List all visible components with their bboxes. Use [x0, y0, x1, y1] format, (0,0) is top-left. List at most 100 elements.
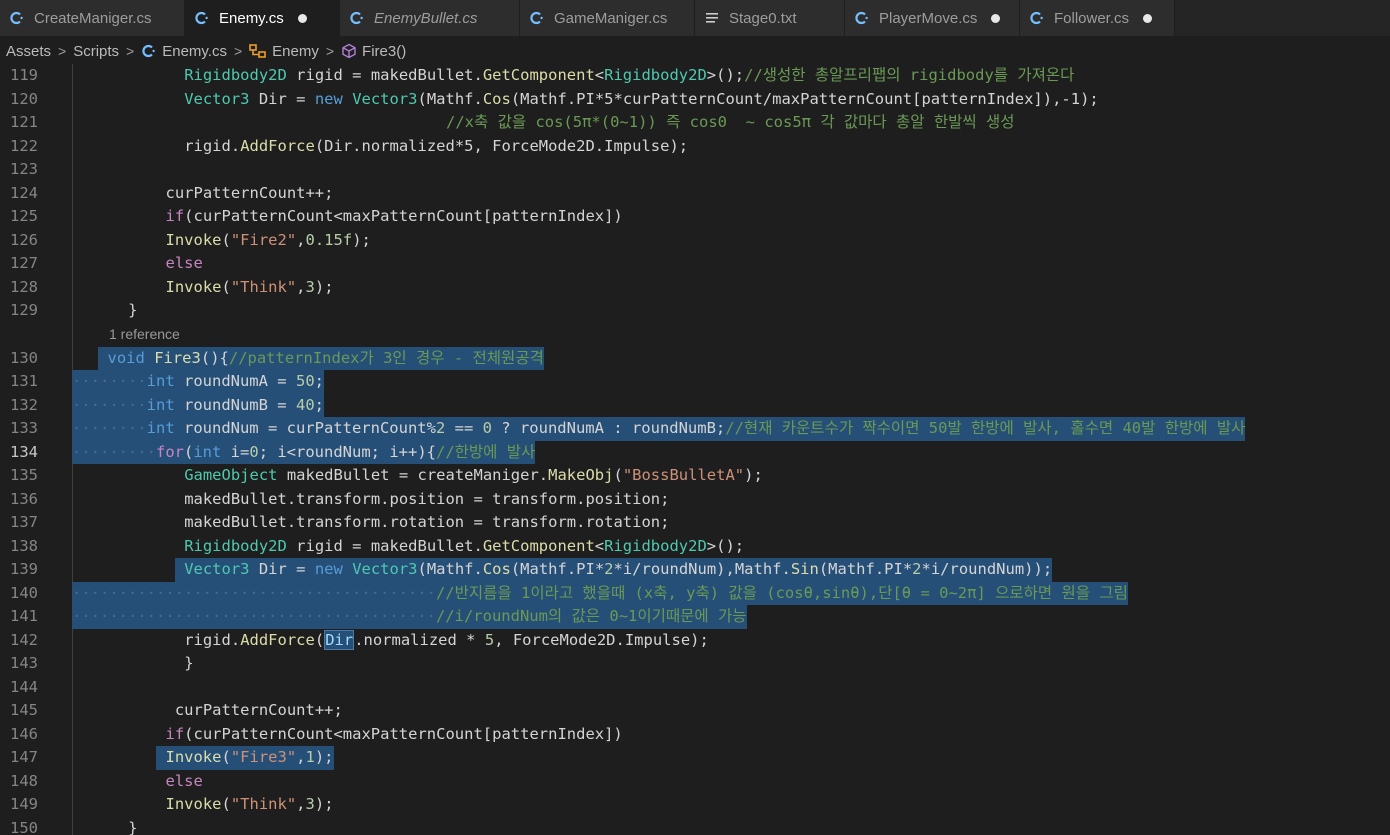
code-token: makedBullet.transform.position = transfo… — [184, 489, 670, 508]
code-line[interactable]: 122 rigid.AddForce(Dir.normalized*5, Forc… — [0, 135, 1390, 159]
code-line[interactable]: 126 Invoke("Fire2",0.15f); — [0, 229, 1390, 253]
code-token: < — [594, 66, 605, 84]
unsaved-dot-icon[interactable] — [297, 13, 307, 23]
code-token: ; i<roundNum; i++){ — [258, 442, 436, 461]
code-text: Invoke("Think",3); — [166, 276, 334, 300]
code-line[interactable]: 144 — [0, 676, 1390, 700]
code-line[interactable]: 147 Invoke("Fire3",1); — [0, 746, 1390, 770]
editor-tab-bar: CreateManiger.cs Enemy.cs EnemyBullet.cs Ga… — [0, 0, 1390, 36]
tab-createmaniger-cs[interactable]: CreateManiger.cs — [0, 0, 185, 36]
codelens-references[interactable]: 1 reference — [109, 326, 180, 342]
code-token: //반지름을 1이라고 했을때 (x축, y축) 값을 (cosθ,sinθ),… — [435, 583, 1128, 602]
unsaved-dot-icon[interactable] — [1143, 13, 1153, 23]
line-number: 134 — [10, 442, 38, 461]
code-line[interactable]: 134 ·········for(int i=0; i<roundNum; i++… — [0, 440, 1390, 464]
code-token: int — [146, 419, 175, 437]
code-text: curPatternCount++; — [166, 182, 334, 206]
breadcrumb-item[interactable]: Enemy.cs — [162, 43, 227, 60]
code-token: rigid = makedBullet. — [286, 536, 483, 555]
code-line[interactable]: 131 ········int roundNumA = 50; — [0, 370, 1390, 394]
code-token: int — [146, 372, 175, 390]
tab-gamemaniger-cs[interactable]: GameManiger.cs — [520, 0, 695, 36]
code-line[interactable]: 145 curPatternCount++; — [0, 699, 1390, 723]
code-line[interactable]: 129} — [0, 299, 1390, 323]
code-token: Vector3 — [352, 560, 418, 578]
code-line[interactable]: 128 Invoke("Think",3); — [0, 276, 1390, 300]
code-line[interactable]: 143} — [0, 652, 1390, 676]
tab-enemybullet-cs[interactable]: EnemyBullet.cs — [340, 0, 520, 36]
code-token: (curPatternCount<maxPatternCount[pattern… — [184, 724, 623, 743]
code-token: //x축 값을 cos(5π*(0~1)) 즉 cos0 ~ cos5π 각 값… — [446, 113, 1015, 131]
breadcrumb-item[interactable]: Scripts — [73, 43, 119, 60]
code-token: Vector3 — [184, 89, 250, 108]
line-number: 144 — [10, 677, 38, 696]
code-line[interactable]: 138 Rigidbody2D rigid = makedBullet.GetCo… — [0, 535, 1390, 559]
code-line[interactable]: 146 if(curPatternCount<maxPatternCount[pa… — [0, 723, 1390, 747]
code-line[interactable]: 137 makedBullet.transform.rotation = tran… — [0, 511, 1390, 535]
line-number: 129 — [10, 301, 38, 319]
tab-label: Stage0.txt — [729, 9, 797, 27]
line-number: 137 — [10, 513, 38, 531]
code-token: //한방에 발사 — [436, 442, 536, 461]
code-text: curPatternCount++; — [175, 699, 343, 723]
code-token: new — [314, 89, 343, 108]
code-token: ( — [221, 277, 231, 296]
csharp-icon — [8, 9, 26, 27]
code-text: ········int roundNumB = 40; — [72, 393, 324, 417]
code-line[interactable]: 133 ········int roundNum = curPatternCoun… — [0, 417, 1390, 441]
tab-stage0-txt[interactable]: Stage0.txt — [695, 0, 845, 36]
line-number: 119 — [10, 66, 38, 84]
code-text: ········int roundNum = curPatternCount%2… — [72, 417, 1246, 441]
code-token: if — [165, 207, 185, 225]
code-line[interactable]: 142 rigid.AddForce(Dir.normalized * 5, Fo… — [0, 629, 1390, 653]
code-token: } — [128, 301, 138, 319]
code-token: 2 — [435, 419, 446, 437]
line-number: 126 — [10, 230, 38, 249]
tab-playermove-cs[interactable]: PlayerMove.cs — [845, 0, 1020, 36]
code-line[interactable]: 130 void Fire3(){//patternIndex가 3인 경우 -… — [0, 346, 1390, 370]
code-line[interactable]: 127 else — [0, 252, 1390, 276]
breadcrumb-item[interactable]: Enemy — [272, 43, 319, 60]
code-line[interactable]: 125 if(curPatternCount<maxPatternCount[pa… — [0, 205, 1390, 229]
code-token: "Think" — [230, 277, 297, 296]
code-token: ); — [352, 230, 371, 249]
code-line[interactable]: 132 ········int roundNumB = 40; — [0, 393, 1390, 417]
code-editor[interactable]: 1 reference 119 Rigidbody2D rigid = maked… — [0, 64, 1390, 835]
code-token: GetComponent — [482, 536, 595, 555]
csharp-icon — [853, 9, 871, 27]
code-line[interactable]: 140 ·····································… — [0, 581, 1390, 605]
code-line[interactable]: 135 GameObject makedBullet = createManige… — [0, 464, 1390, 488]
breadcrumb-item[interactable]: Assets — [6, 43, 51, 60]
code-text: ·········for(int i=0; i<roundNum; i++){/… — [72, 440, 536, 464]
code-line[interactable]: 149 Invoke("Think",3); — [0, 793, 1390, 817]
code-text: } — [128, 817, 137, 835]
code-line[interactable]: 150} — [0, 817, 1390, 835]
code-line[interactable]: 141 ·····································… — [0, 605, 1390, 629]
code-line[interactable]: 139 Vector3 Dir = new Vector3(Mathf.Cos(… — [0, 558, 1390, 582]
code-token: , — [296, 277, 306, 296]
code-token: //patternIndex가 3인 경우 - 전체원공격 — [228, 348, 544, 367]
code-token: Cos — [482, 89, 511, 108]
code-line[interactable]: 123 — [0, 158, 1390, 182]
code-token: ( — [613, 466, 623, 484]
tab-follower-cs[interactable]: Follower.cs — [1020, 0, 1175, 36]
code-text: } — [128, 299, 137, 323]
chevron-right-icon: > — [233, 43, 243, 59]
code-line[interactable]: 148 else — [0, 770, 1390, 794]
tab-enemy-cs[interactable]: Enemy.cs — [185, 0, 340, 36]
code-line[interactable]: 124 curPatternCount++; — [0, 182, 1390, 206]
code-line[interactable]: 121 //x축 값을 cos(5π*(0~1)) 즉 cos0 ~ cos5π … — [0, 111, 1390, 135]
code-line[interactable]: 120 Vector3 Dir = new Vector3(Mathf.Cos(M… — [0, 88, 1390, 112]
line-number: 141 — [10, 607, 38, 625]
code-token: rigid. — [184, 630, 241, 649]
unsaved-dot-icon[interactable] — [991, 13, 1001, 23]
breadcrumb-item[interactable]: Fire3() — [362, 43, 406, 60]
code-text: if(curPatternCount<maxPatternCount[patte… — [166, 723, 623, 747]
line-number: 130 — [10, 348, 38, 367]
code-line[interactable]: 136 makedBullet.transform.position = tran… — [0, 488, 1390, 512]
code-token: Invoke — [165, 748, 222, 766]
code-text: void Fire3(){//patternIndex가 3인 경우 - 전체원… — [98, 346, 544, 370]
code-line[interactable]: 119 Rigidbody2D rigid = makedBullet.GetCo… — [0, 64, 1390, 88]
line-number: 142 — [10, 630, 38, 649]
